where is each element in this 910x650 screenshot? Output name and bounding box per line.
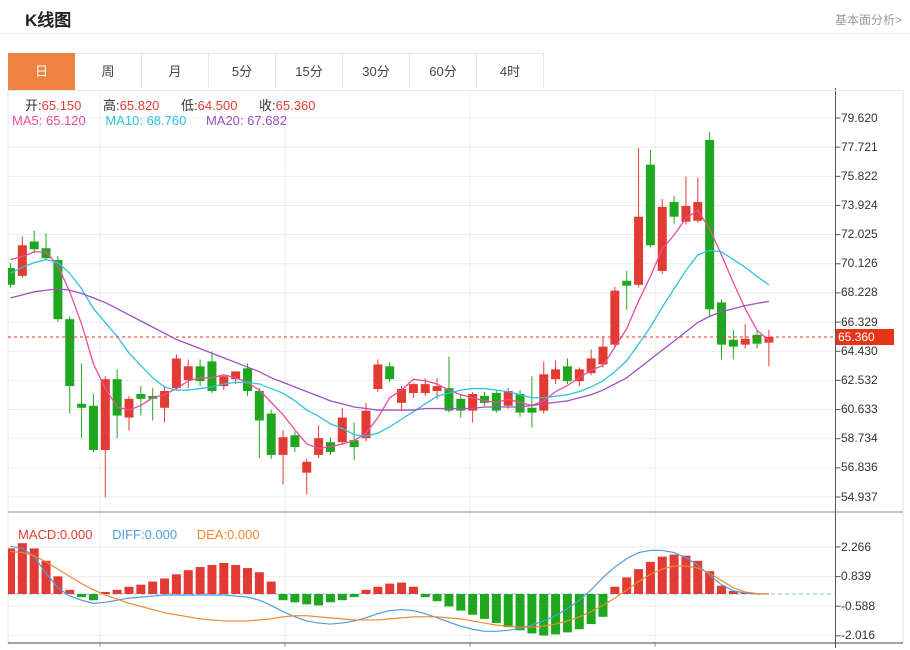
page-title: K线图 <box>25 6 71 31</box>
period-tab-bar: 日周月5分15分30分60分4时 <box>8 53 902 91</box>
price-tick-5: 70.126 <box>841 256 878 271</box>
macd-legend: MACD:0.000 <box>18 527 92 542</box>
macd-tick-0: 2.266 <box>841 540 871 555</box>
price-tick-8: 64.430 <box>841 344 878 359</box>
fundamental-analysis-link[interactable]: 基本面分析> <box>835 11 902 28</box>
tab-6[interactable]: 60分 <box>410 53 477 89</box>
price-tick-11: 58.734 <box>841 431 878 446</box>
ma5-legend: MA5: 65.120 <box>12 113 86 128</box>
tab-2[interactable]: 月 <box>142 53 209 89</box>
price-tick-6: 68.228 <box>841 285 878 300</box>
price-tick-9: 62.532 <box>841 373 878 388</box>
dea-legend: DEA:0.000 <box>197 527 260 542</box>
macd-tick-1: 0.839 <box>841 569 871 584</box>
tab-5[interactable]: 30分 <box>343 53 410 89</box>
price-tick-12: 56.836 <box>841 460 878 475</box>
header-divider <box>0 33 910 34</box>
tab-1[interactable]: 周 <box>75 53 142 89</box>
price-tick-7: 66.329 <box>841 315 878 330</box>
tab-7[interactable]: 4时 <box>477 53 544 89</box>
tab-0[interactable]: 日 <box>8 53 75 90</box>
macd-tick-3: -2.016 <box>841 628 875 643</box>
macd-legend-bar: MACD:0.000 DIFF:0.000 DEA:0.000 <box>18 527 276 542</box>
macd-tick-2: -0.588 <box>841 599 875 614</box>
price-tick-3: 73.924 <box>841 198 878 213</box>
ohlc-quote-bar: 开:65.150 高:65.820 低:64.500 收:65.360 <box>25 95 333 114</box>
price-tick-2: 75.822 <box>841 169 878 184</box>
tab-3[interactable]: 5分 <box>209 53 276 89</box>
price-tick-13: 54.937 <box>841 490 878 505</box>
price-tick-0: 79.620 <box>841 111 878 126</box>
low-quote: 低:64.500 <box>181 98 237 113</box>
ma20-legend: MA20: 67.682 <box>206 113 287 128</box>
high-quote: 高:65.820 <box>103 98 159 113</box>
open-quote: 开:65.150 <box>25 98 81 113</box>
price-tick-4: 72.025 <box>841 227 878 242</box>
price-tick-1: 77.721 <box>841 140 878 155</box>
current-price-tag: 65.360 <box>836 329 894 345</box>
close-quote: 收:65.360 <box>259 98 315 113</box>
price-tick-10: 60.633 <box>841 402 878 417</box>
ma-legend-bar: MA5: 65.120 MA10: 68.760 MA20: 67.682 <box>12 113 303 128</box>
diff-legend: DIFF:0.000 <box>112 527 177 542</box>
tab-4[interactable]: 15分 <box>276 53 343 89</box>
ma10-legend: MA10: 68.760 <box>105 113 186 128</box>
